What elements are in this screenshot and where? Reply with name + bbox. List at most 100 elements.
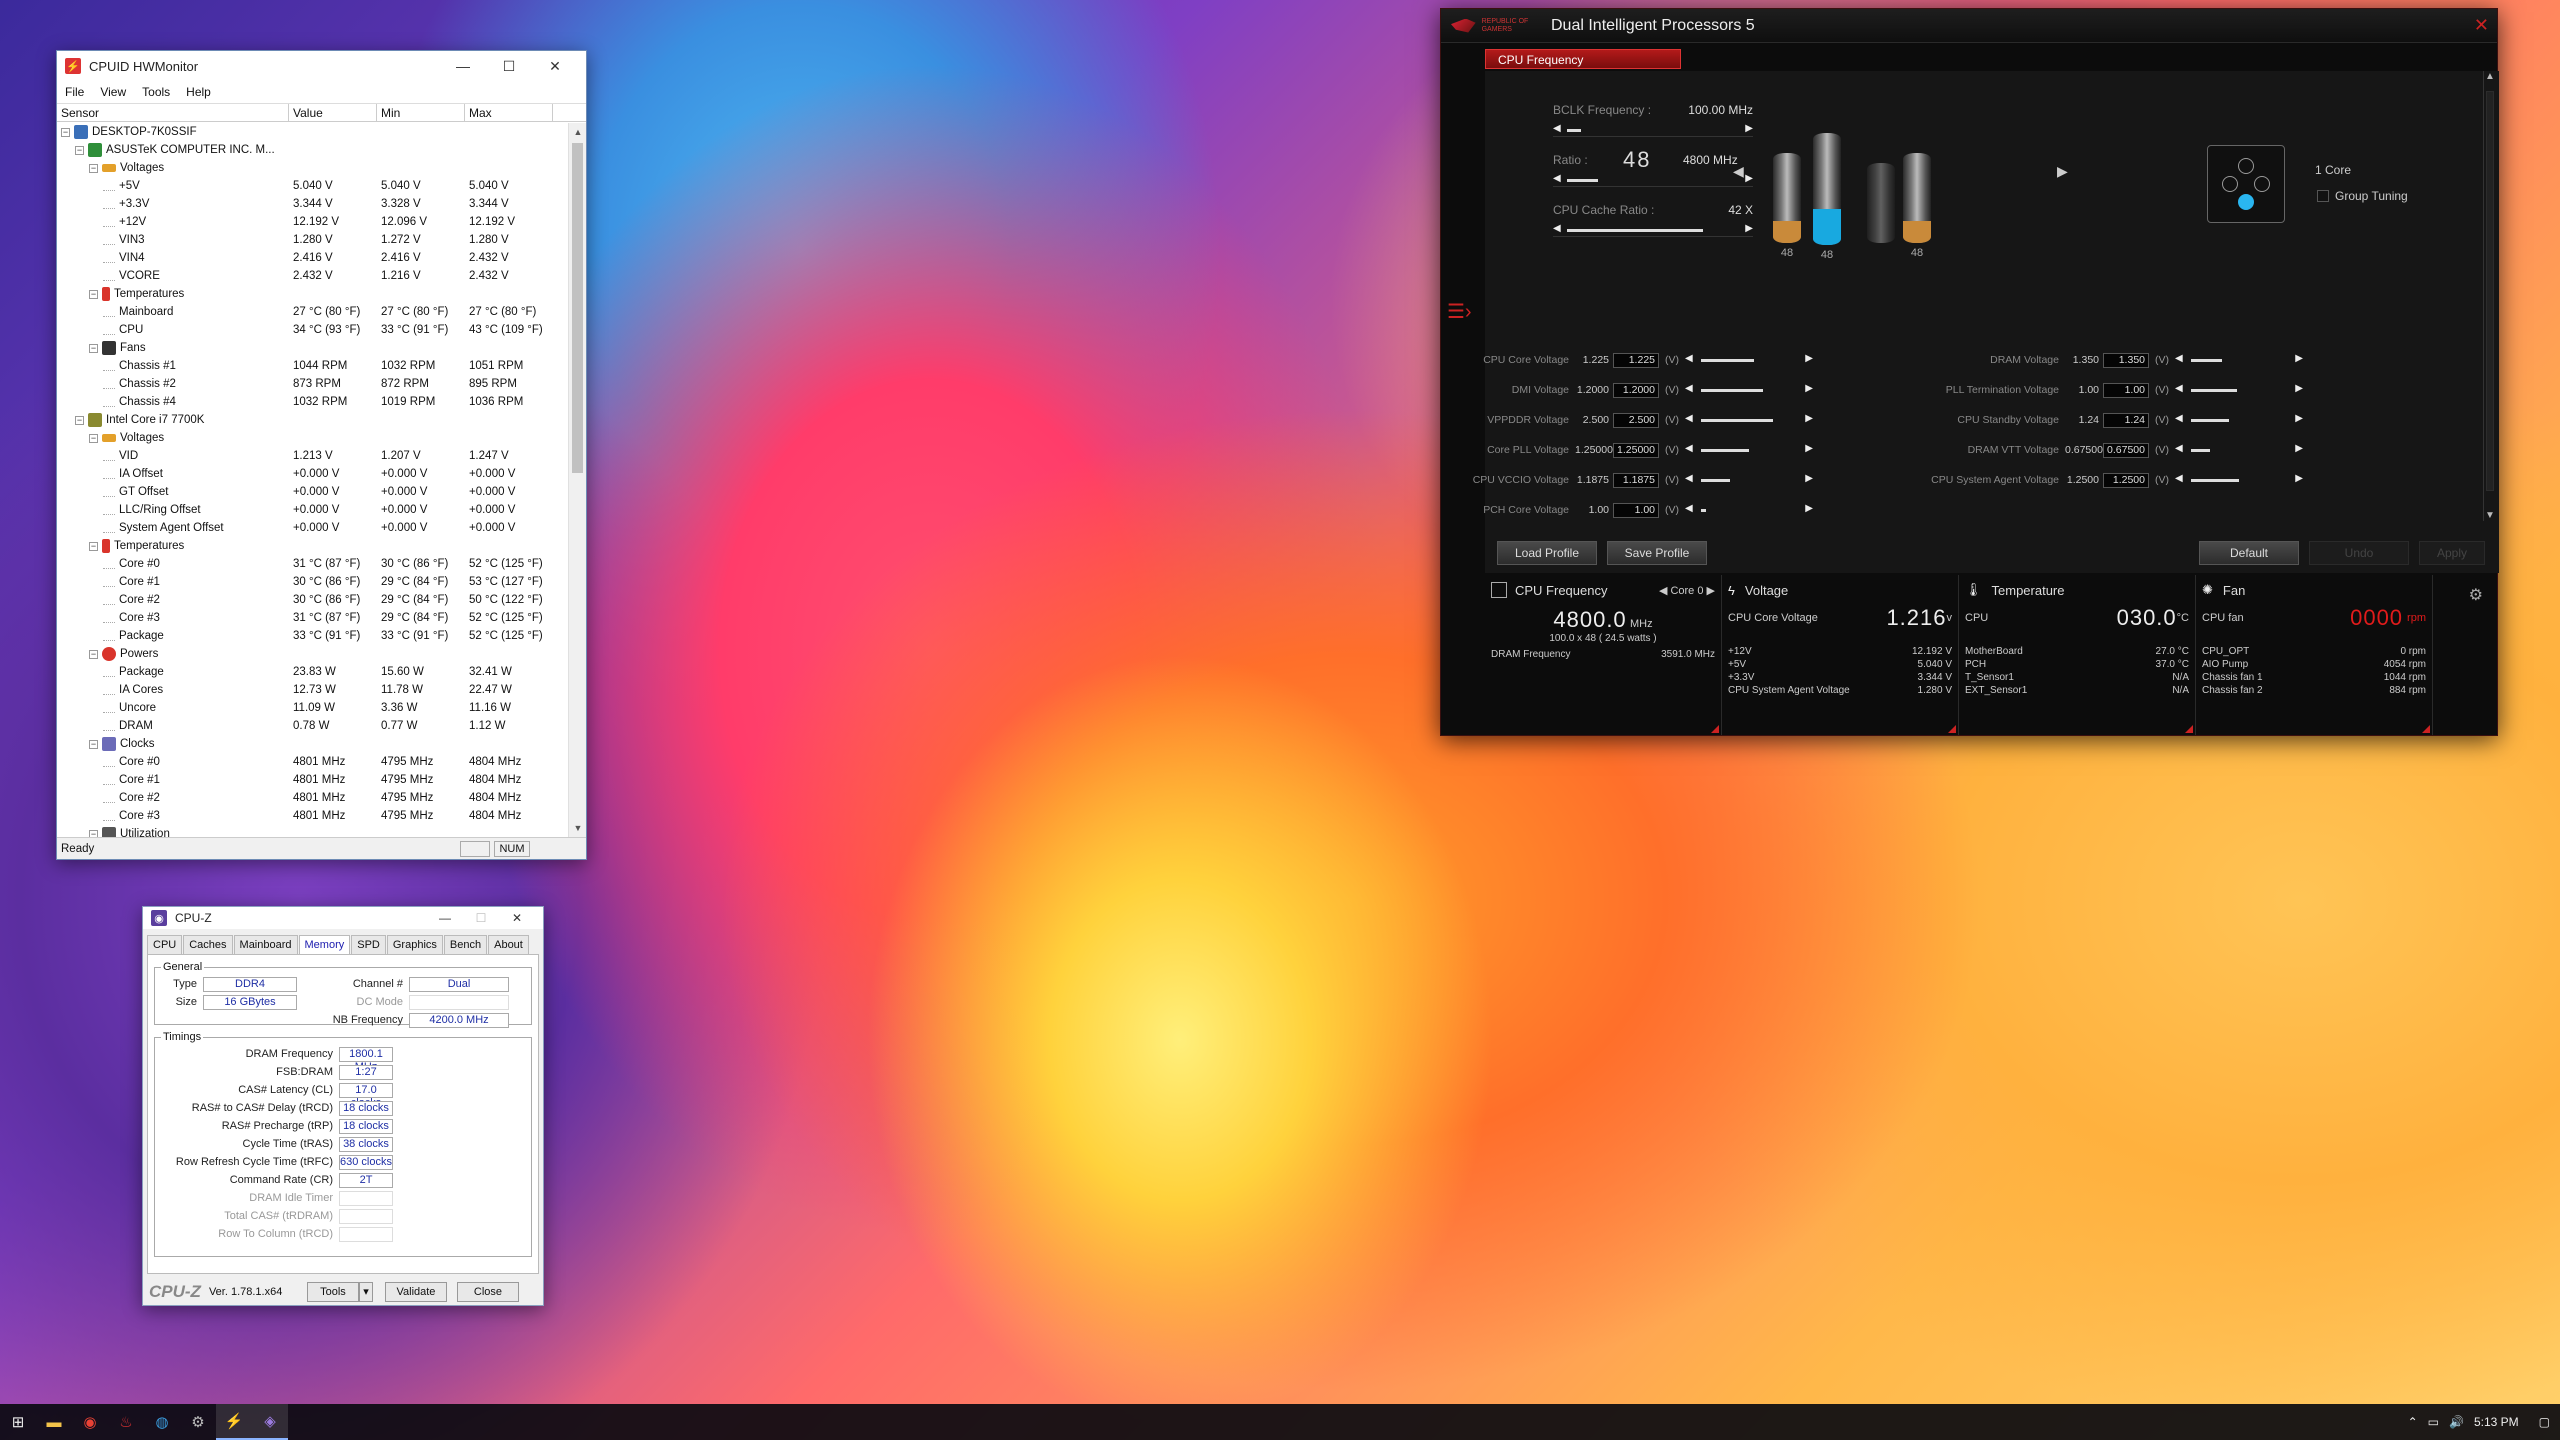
network-icon[interactable]: ▭ xyxy=(2428,1415,2439,1429)
table-row[interactable]: Core #2 4801 MHz 4795 MHz 4804 MHz xyxy=(57,789,568,807)
validate-button[interactable]: Validate xyxy=(384,1282,447,1302)
notifications-icon[interactable]: ▢ xyxy=(2539,1415,2550,1429)
cpuz-icon[interactable]: ◈ xyxy=(252,1404,288,1440)
tray-chevron-icon[interactable]: ⌃ xyxy=(2408,1415,2418,1429)
core-dot[interactable] xyxy=(2238,158,2254,174)
menu-view[interactable]: View xyxy=(100,85,126,99)
tab-bench[interactable]: Bench xyxy=(443,935,488,954)
voltage-input[interactable]: 1.00 xyxy=(2103,382,2149,398)
voltage-input[interactable]: 1.225 xyxy=(1613,352,1659,368)
decrease-icon[interactable]: ◀ xyxy=(2175,473,2183,484)
table-row[interactable]: Package 23.83 W 15.60 W 32.41 W xyxy=(57,663,568,681)
increase-icon[interactable]: ▶ xyxy=(1805,443,1813,454)
tree-node[interactable]: − Clocks xyxy=(57,735,568,753)
decrease-icon[interactable]: ◀ xyxy=(1553,223,1561,234)
voltage-slider[interactable]: ◀ ▶ xyxy=(2175,383,2303,397)
collapse-icon[interactable]: − xyxy=(89,163,98,173)
increase-icon[interactable]: ▶ xyxy=(2295,473,2303,484)
voltage-slider[interactable]: ◀ ▶ xyxy=(2175,413,2303,427)
table-row[interactable]: +3.3V 3.344 V 3.328 V 3.344 V xyxy=(57,195,568,213)
voltage-slider[interactable]: ◀ ▶ xyxy=(2175,353,2303,367)
collapse-icon[interactable]: − xyxy=(89,541,98,551)
scroll-up-icon[interactable]: ▲ xyxy=(2484,71,2496,82)
cache-ratio-slider[interactable]: ◀ ▶ xyxy=(1553,223,1753,237)
tree-node[interactable]: − Temperatures xyxy=(57,285,568,303)
panel-expand-icon[interactable] xyxy=(2185,725,2193,733)
windows-start-icon[interactable]: ⊞ xyxy=(0,1404,36,1440)
collapse-icon[interactable]: − xyxy=(89,829,98,837)
load-profile-button[interactable]: Load Profile xyxy=(1497,541,1597,565)
decrease-icon[interactable]: ◀ xyxy=(1685,473,1693,484)
hwmonitor-titlebar[interactable]: ⚡ CPUID HWMonitor — ☐ ✕ xyxy=(57,51,586,81)
file-explorer-icon[interactable]: ▬ xyxy=(36,1404,72,1440)
decrease-icon[interactable]: ◀ xyxy=(1685,443,1693,454)
table-row[interactable]: Package 33 °C (91 °F) 33 °C (91 °F) 52 °C (… xyxy=(57,627,568,645)
volume-icon[interactable]: 🔊 xyxy=(2449,1415,2464,1429)
table-row[interactable]: VIN4 2.416 V 2.416 V 2.432 V xyxy=(57,249,568,267)
voltage-input[interactable]: 1.2000 xyxy=(1613,382,1659,398)
column-sensor[interactable]: Sensor xyxy=(57,104,289,121)
increase-icon[interactable]: ▶ xyxy=(1805,503,1813,514)
maximize-button[interactable]: ☐ xyxy=(486,51,532,81)
core-cylinder[interactable] xyxy=(1867,163,1895,243)
menu-file[interactable]: File xyxy=(65,85,84,99)
scroll-thumb[interactable] xyxy=(2486,91,2494,491)
decrease-icon[interactable]: ◀ xyxy=(2175,383,2183,394)
core-cylinder[interactable] xyxy=(1813,133,1841,245)
collapse-icon[interactable]: − xyxy=(89,433,98,443)
voltage-input[interactable]: 1.00 xyxy=(1613,502,1659,518)
tree-node[interactable]: − Voltages xyxy=(57,159,568,177)
decrease-icon[interactable]: ◀ xyxy=(1685,503,1693,514)
steam-icon[interactable]: ⚙ xyxy=(180,1404,216,1440)
increase-icon[interactable]: ▶ xyxy=(1805,353,1813,364)
close-icon[interactable]: ✕ xyxy=(2474,15,2489,36)
collapse-icon[interactable]: − xyxy=(89,289,98,299)
table-row[interactable]: Core #3 4801 MHz 4795 MHz 4804 MHz xyxy=(57,807,568,825)
scroll-up-icon[interactable]: ▲ xyxy=(569,123,587,141)
dip5-icon[interactable]: ⚡ xyxy=(216,1404,252,1440)
table-row[interactable]: System Agent Offset +0.000 V +0.000 V +0.00… xyxy=(57,519,568,537)
decrease-icon[interactable]: ◀ xyxy=(1553,173,1561,184)
table-row[interactable]: Chassis #1 1044 RPM 1032 RPM 1051 RPM xyxy=(57,357,568,375)
core-dot-selected[interactable] xyxy=(2238,194,2254,210)
scroll-thumb[interactable] xyxy=(572,143,583,473)
tree-node[interactable]: − Intel Core i7 7700K xyxy=(57,411,568,429)
column-value[interactable]: Value xyxy=(289,104,377,121)
table-row[interactable]: Core #1 4801 MHz 4795 MHz 4804 MHz xyxy=(57,771,568,789)
voltage-slider[interactable]: ◀ ▶ xyxy=(1685,473,1813,487)
vertical-scrollbar[interactable]: ▲ ▼ xyxy=(568,123,586,837)
cpuz-titlebar[interactable]: ◉ CPU-Z — ☐ ✕ xyxy=(143,907,543,929)
clock[interactable]: 5:13 PM xyxy=(2474,1415,2519,1429)
scroll-down-icon[interactable]: ▼ xyxy=(2484,510,2496,521)
core-dot[interactable] xyxy=(2254,176,2270,192)
collapse-icon[interactable]: − xyxy=(61,127,70,137)
core-selector[interactable] xyxy=(2207,145,2285,223)
tree-node[interactable]: − Fans xyxy=(57,339,568,357)
collapse-icon[interactable]: − xyxy=(89,649,98,659)
table-row[interactable]: +5V 5.040 V 5.040 V 5.040 V xyxy=(57,177,568,195)
core-next-icon[interactable]: ▶ xyxy=(2057,163,2068,180)
close-button[interactable]: ✕ xyxy=(532,51,578,81)
scroll-down-icon[interactable]: ▼ xyxy=(569,819,587,837)
default-button[interactable]: Default xyxy=(2199,541,2299,565)
tab-cpu-frequency[interactable]: CPU Frequency xyxy=(1485,49,1681,69)
voltage-slider[interactable]: ◀ ▶ xyxy=(1685,413,1813,427)
table-row[interactable]: Core #0 4801 MHz 4795 MHz 4804 MHz xyxy=(57,753,568,771)
chrome-icon[interactable]: ◉ xyxy=(72,1404,108,1440)
menu-toggle-icon[interactable]: ☰› xyxy=(1447,299,1472,324)
tab-spd[interactable]: SPD xyxy=(351,935,386,954)
table-row[interactable]: IA Cores 12.73 W 11.78 W 22.47 W xyxy=(57,681,568,699)
collapse-icon[interactable]: − xyxy=(89,739,98,749)
table-row[interactable]: VCORE 2.432 V 1.216 V 2.432 V xyxy=(57,267,568,285)
hwmonitor-icon[interactable]: ♨ xyxy=(108,1404,144,1440)
tab-caches[interactable]: Caches xyxy=(183,935,233,954)
table-row[interactable]: Chassis #2 873 RPM 872 RPM 895 RPM xyxy=(57,375,568,393)
close-dialog-button[interactable]: Close xyxy=(456,1282,519,1302)
tree-node[interactable]: − Temperatures xyxy=(57,537,568,555)
decrease-icon[interactable]: ◀ xyxy=(2175,413,2183,424)
bclk-slider[interactable]: ◀ ▶ xyxy=(1553,123,1753,137)
decrease-icon[interactable]: ◀ xyxy=(1685,383,1693,394)
table-row[interactable]: VIN3 1.280 V 1.272 V 1.280 V xyxy=(57,231,568,249)
save-profile-button[interactable]: Save Profile xyxy=(1607,541,1707,565)
column-max[interactable]: Max xyxy=(465,104,553,121)
